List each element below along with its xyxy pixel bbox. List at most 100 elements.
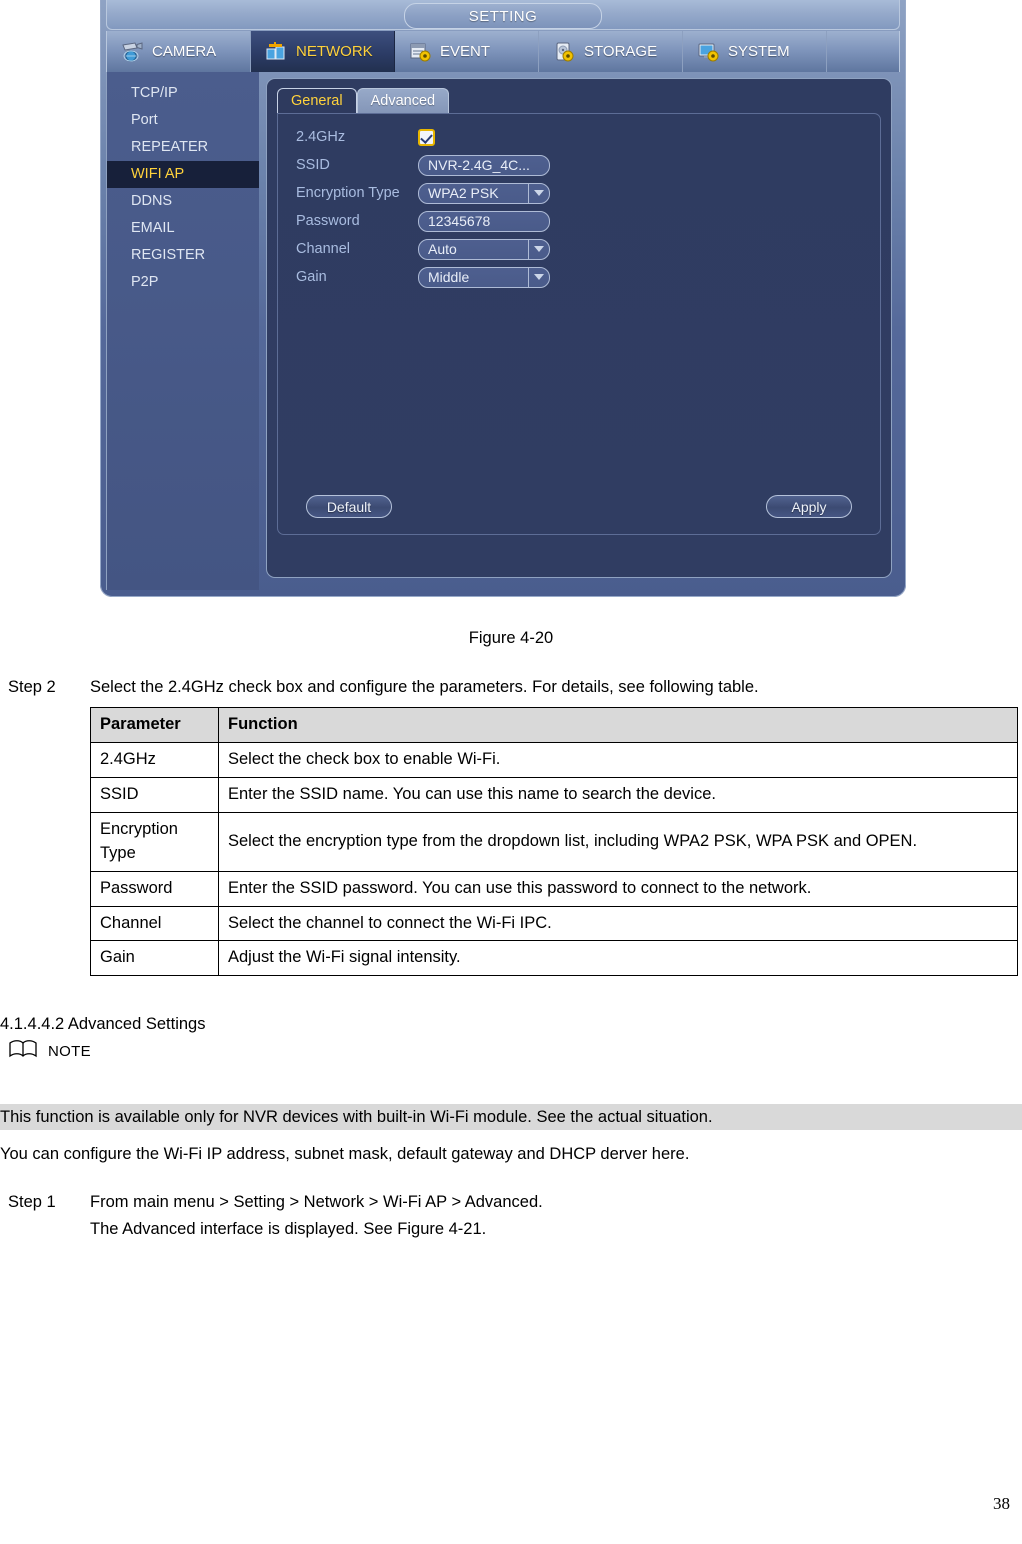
sidebar-item-email[interactable]: EMAIL — [107, 215, 259, 242]
table-header-parameter: Parameter — [90, 707, 219, 743]
window-content: TCP/IP Port REPEATER WIFI AP DDNS EMAIL … — [106, 72, 900, 590]
gain-value: Middle — [428, 269, 470, 285]
step1-text: From main menu > Setting > Network > Wi-… — [90, 1193, 543, 1211]
control-channel: Auto — [418, 238, 550, 260]
cell-function: Select the check box to enable Wi-Fi. — [218, 741, 1018, 778]
step2-text: Select the 2.4GHz check box and configur… — [90, 678, 759, 696]
paragraph-1: You can configure the Wi-Fi IP address, … — [0, 1145, 690, 1163]
chevron-down-icon-encryption[interactable] — [528, 183, 548, 203]
tab-general[interactable]: General — [277, 88, 357, 113]
cell-parameter: Encryption Type — [90, 811, 219, 872]
system-icon — [696, 41, 721, 62]
menu-item-storage-label: STORAGE — [584, 43, 658, 60]
cell-function: Select the channel to connect the Wi-Fi … — [218, 905, 1018, 942]
checkbox-24ghz[interactable] — [418, 128, 435, 146]
storage-icon — [552, 41, 577, 62]
cell-parameter: Gain — [90, 940, 219, 977]
sidebar-item-repeater[interactable]: REPEATER — [107, 134, 259, 161]
parameter-table: Parameter Function 2.4GHz Select the che… — [90, 707, 1018, 977]
cell-function: Adjust the Wi-Fi signal intensity. — [218, 940, 1018, 977]
tab-advanced[interactable]: Advanced — [356, 88, 450, 113]
label-password: Password — [296, 213, 360, 229]
wifi-ap-panel: General Advanced 2.4GHz SSID NVR-2.4G_4C… — [266, 78, 892, 578]
label-24ghz: 2.4GHz — [296, 129, 346, 145]
menu-item-system-label: SYSTEM — [728, 43, 790, 60]
label-channel: Channel — [296, 241, 351, 257]
network-sidebar: TCP/IP Port REPEATER WIFI AP DDNS EMAIL … — [106, 72, 259, 590]
note-label: NOTE — [48, 1043, 91, 1060]
cell-function: Enter the SSID name. You can use this na… — [218, 776, 1018, 813]
chevron-down-icon-channel[interactable] — [528, 239, 548, 259]
menu-bar-filler — [827, 31, 899, 72]
label-encryption-type: Encryption Type — [296, 185, 400, 201]
row-24ghz: 2.4GHz — [296, 123, 550, 151]
table-row: Password Enter the SSID password. You ca… — [90, 870, 1018, 907]
step1-row: Step 1 From main menu > Setting > Networ… — [8, 1191, 1014, 1213]
sidebar-item-p2p[interactable]: P2P — [107, 269, 259, 296]
sidebar-item-tcpip[interactable]: TCP/IP — [107, 80, 259, 107]
row-channel: Channel Auto — [296, 235, 550, 263]
figure-caption: Figure 4-20 — [468, 629, 554, 647]
note-body: This function is available only for NVR … — [0, 1104, 1022, 1131]
page-number: 38 — [993, 1494, 1010, 1513]
control-password: 12345678 — [418, 210, 550, 232]
table-row: 2.4GHz Select the check box to enable Wi… — [90, 741, 1018, 778]
camera-icon — [120, 41, 145, 62]
nvr-setting-window: SETTING CAMERA NETWORK EVENT STORAGE SYS… — [100, 0, 906, 597]
network-icon — [264, 41, 289, 62]
channel-select[interactable]: Auto — [418, 238, 550, 260]
chevron-down-icon-gain[interactable] — [528, 267, 548, 287]
menu-item-camera[interactable]: CAMERA — [107, 31, 251, 72]
menu-item-event[interactable]: EVENT — [395, 31, 539, 72]
password-input[interactable]: 12345678 — [418, 210, 550, 232]
apply-button[interactable]: Apply — [766, 495, 852, 518]
sidebar-item-port[interactable]: Port — [107, 107, 259, 134]
menu-item-network-label: NETWORK — [296, 43, 373, 60]
sidebar-item-register[interactable]: REGISTER — [107, 242, 259, 269]
table-header-row: Parameter Function — [90, 707, 1018, 743]
window-titlebar: SETTING — [106, 0, 900, 30]
step1-label: Step 1 — [8, 1193, 56, 1211]
table-row: SSID Enter the SSID name. You can use th… — [90, 776, 1018, 813]
cell-parameter: Password — [90, 870, 219, 907]
encryption-type-select[interactable]: WPA2 PSK — [418, 182, 550, 204]
cell-function: Select the encryption type from the drop… — [218, 811, 1018, 872]
table-row: Gain Adjust the Wi-Fi signal intensity. — [90, 940, 1018, 977]
menu-item-camera-label: CAMERA — [152, 43, 217, 60]
menu-item-system[interactable]: SYSTEM — [683, 31, 827, 72]
sidebar-item-wifi-ap[interactable]: WIFI AP — [107, 161, 259, 188]
row-ssid: SSID NVR-2.4G_4C... — [296, 151, 550, 179]
control-gain: Middle — [418, 266, 550, 288]
cell-parameter: SSID — [90, 776, 219, 813]
step2-label: Step 2 — [8, 678, 56, 696]
control-24ghz — [418, 128, 435, 146]
table-header-function: Function — [218, 707, 1018, 743]
channel-value: Auto — [428, 241, 457, 257]
cell-parameter: 2.4GHz — [90, 741, 219, 778]
general-form-area: 2.4GHz SSID NVR-2.4G_4C... Encryption Ty… — [277, 113, 881, 535]
main-menu-bar: CAMERA NETWORK EVENT STORAGE SYSTEM — [106, 31, 900, 72]
control-encryption-type: WPA2 PSK — [418, 182, 550, 204]
panel-tabs: General Advanced — [277, 88, 450, 113]
cell-function: Enter the SSID password. You can use thi… — [218, 870, 1018, 907]
menu-item-network[interactable]: NETWORK — [251, 31, 395, 72]
encryption-type-value: WPA2 PSK — [428, 185, 499, 201]
ssid-input[interactable]: NVR-2.4G_4C... — [418, 154, 550, 176]
label-ssid: SSID — [296, 157, 330, 173]
note-block: NOTE — [8, 1038, 91, 1066]
event-icon — [408, 41, 433, 62]
row-password: Password 12345678 — [296, 207, 550, 235]
book-icon — [8, 1038, 38, 1066]
row-gain: Gain Middle — [296, 263, 550, 291]
menu-item-event-label: EVENT — [440, 43, 491, 60]
window-title: SETTING — [404, 3, 602, 29]
sidebar-item-ddns[interactable]: DDNS — [107, 188, 259, 215]
step2-row: Step 2 Select the 2.4GHz check box and c… — [8, 676, 1014, 698]
table-row: Encryption Type Select the encryption ty… — [90, 811, 1018, 872]
form-rows: 2.4GHz SSID NVR-2.4G_4C... Encryption Ty… — [296, 123, 550, 291]
menu-item-storage[interactable]: STORAGE — [539, 31, 683, 72]
gain-select[interactable]: Middle — [418, 266, 550, 288]
default-button[interactable]: Default — [306, 495, 392, 518]
label-gain: Gain — [296, 269, 327, 285]
table-row: Channel Select the channel to connect th… — [90, 905, 1018, 942]
